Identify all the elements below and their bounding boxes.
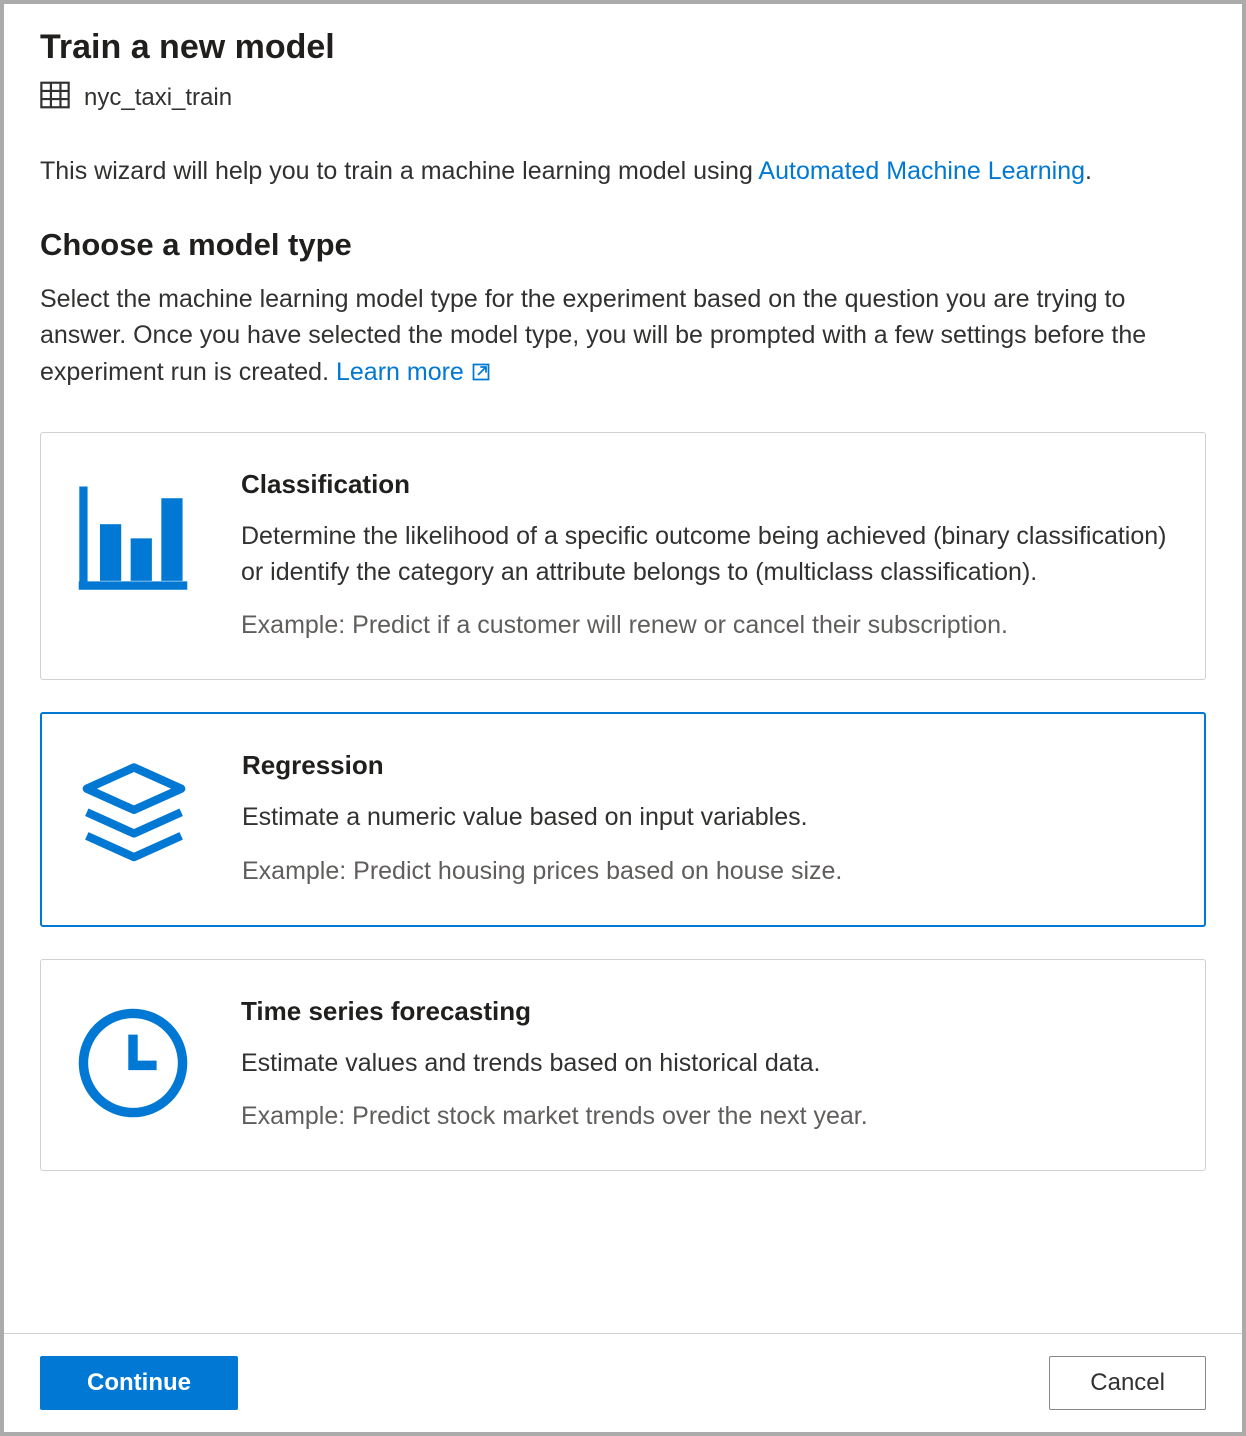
card-desc: Estimate values and trends based on hist… bbox=[241, 1045, 1169, 1081]
section-title: Choose a model type bbox=[40, 227, 1206, 263]
automl-link[interactable]: Automated Machine Learning bbox=[758, 157, 1085, 185]
table-icon bbox=[40, 81, 70, 114]
bar-chart-icon bbox=[73, 469, 193, 644]
clock-icon bbox=[73, 996, 193, 1134]
continue-button[interactable]: Continue bbox=[40, 1356, 238, 1410]
external-link-icon bbox=[471, 356, 491, 392]
intro-suffix: . bbox=[1085, 157, 1092, 185]
card-example: Example: Predict stock market trends ove… bbox=[241, 1099, 1169, 1134]
dataset-name: nyc_taxi_train bbox=[84, 84, 232, 112]
page-title: Train a new model bbox=[40, 28, 1206, 67]
layers-icon bbox=[74, 750, 194, 888]
intro-text: This wizard will help you to train a mac… bbox=[40, 154, 1206, 189]
footer: Continue Cancel bbox=[4, 1333, 1242, 1432]
section-desc: Select the machine learning model type f… bbox=[40, 281, 1206, 392]
cancel-button[interactable]: Cancel bbox=[1049, 1356, 1206, 1410]
dataset-row: nyc_taxi_train bbox=[40, 81, 1206, 114]
card-desc: Determine the likelihood of a specific o… bbox=[241, 518, 1169, 591]
card-timeseries[interactable]: Time series forecasting Estimate values … bbox=[40, 959, 1206, 1171]
card-title: Classification bbox=[241, 469, 1169, 500]
card-classification[interactable]: Classification Determine the likelihood … bbox=[40, 432, 1206, 681]
learn-more-link[interactable]: Learn more bbox=[336, 358, 491, 386]
intro-prefix: This wizard will help you to train a mac… bbox=[40, 157, 758, 185]
section-desc-text: Select the machine learning model type f… bbox=[40, 285, 1146, 386]
card-regression[interactable]: Regression Estimate a numeric value base… bbox=[40, 712, 1206, 926]
card-title: Regression bbox=[242, 750, 1168, 781]
card-title: Time series forecasting bbox=[241, 996, 1169, 1027]
model-type-cards: Classification Determine the likelihood … bbox=[40, 432, 1206, 1171]
card-example: Example: Predict if a customer will rene… bbox=[241, 608, 1169, 643]
card-example: Example: Predict housing prices based on… bbox=[242, 854, 1168, 889]
card-desc: Estimate a numeric value based on input … bbox=[242, 799, 1168, 835]
